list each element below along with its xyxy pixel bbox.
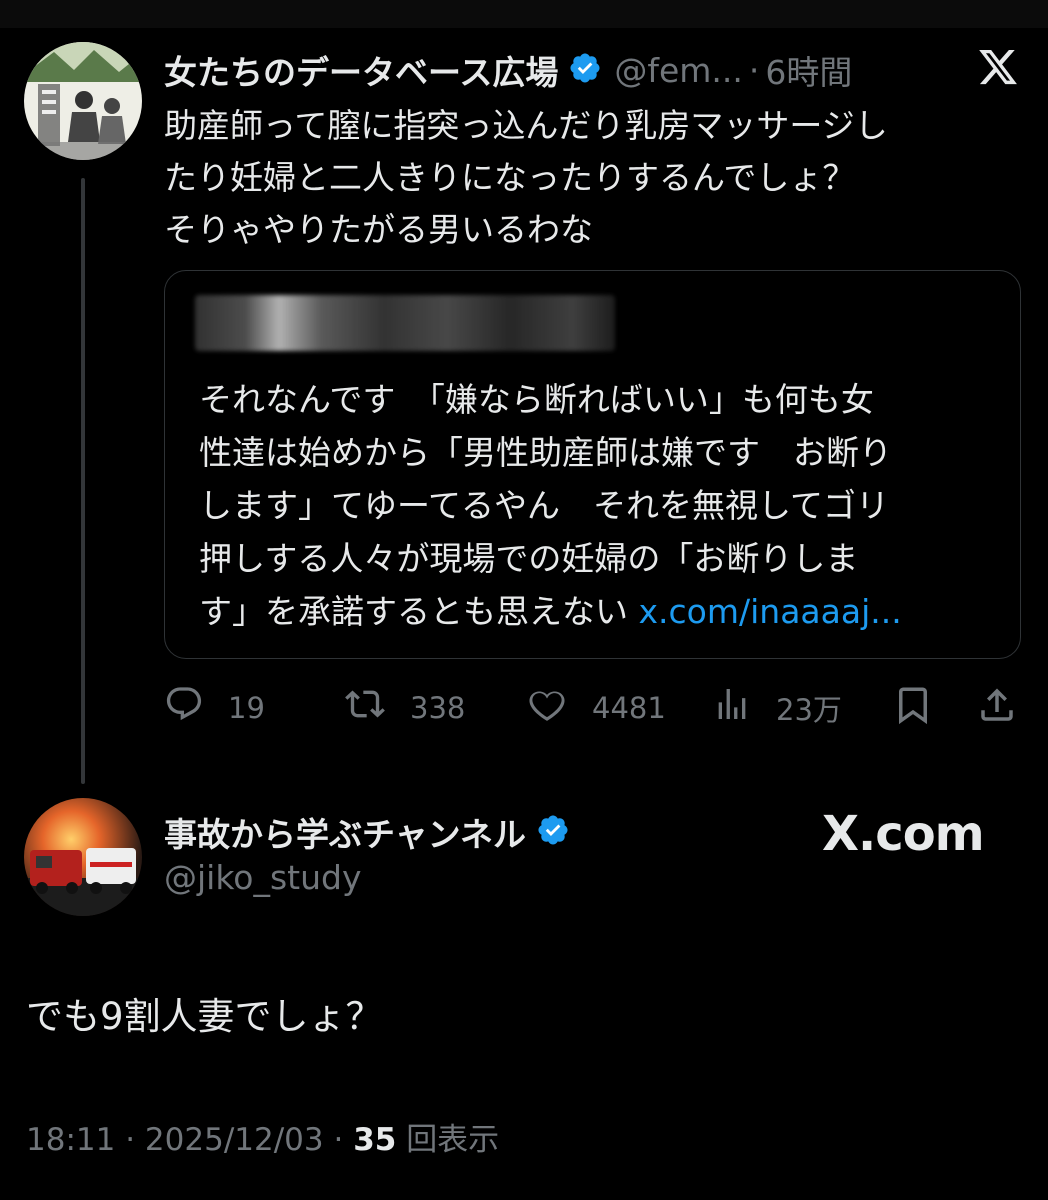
thread-connector-line [81,178,85,784]
tweet-actions: 19 338 4481 23万 [164,684,1024,730]
reply-author-avatar[interactable] [24,798,142,916]
x-com-watermark: X.com [822,806,985,862]
reply-button[interactable]: 19 [164,684,265,731]
reply-author-handle[interactable]: @jiko_study [164,858,361,897]
reply-count: 19 [228,690,265,725]
share-button[interactable] [976,684,1030,733]
like-count: 4481 [592,690,666,725]
blurred-quoted-author [195,295,615,351]
reply-icon [164,684,216,731]
tweet-time[interactable]: 6時間 [765,46,852,94]
separator-dot: · [748,50,760,90]
author-name[interactable]: 女たちのデータベース広場 [164,46,558,94]
retweet-count: 338 [410,690,466,725]
quote-text-last: す」を承諾するとも思えない [199,592,639,631]
verified-badge-icon [568,51,602,89]
x-logo-icon[interactable] [976,46,1020,92]
like-icon [526,684,580,731]
quote-link[interactable]: x.com/inaaaaj... [639,592,902,631]
reply-header: 事故から学ぶチャンネル [164,808,570,856]
tweet-text: 助産師って膣に指突っ込んだり乳房マッサージし たり妊婦と二人きりになったりするん… [164,100,1004,256]
quoted-tweet-text: それなんです 「嫌なら断ればいい」も何も女 性達は始めから「男性助産師は嫌です … [199,373,999,638]
bookmark-button[interactable] [892,684,946,733]
quote-text-line: 性達は始めから「男性助産師は嫌です お断り [199,433,892,472]
separator-dot: · [125,1122,145,1158]
reply-views-count: 35 [353,1122,397,1158]
separator-dot: · [333,1122,354,1158]
reply-text: でも9割人妻でしょ？ [26,995,383,1038]
quote-text-line: 押しする人々が現場での妊婦の「お断りしま [199,539,859,578]
reply-author-name[interactable]: 事故から学ぶチャンネル [164,808,526,856]
quoted-tweet-card[interactable]: それなんです 「嫌なら断ればいい」も何も女 性達は始めから「男性助産師は嫌です … [164,270,1021,659]
quote-text-line: します」てゆーてるやん それを無視してゴリ [199,486,890,525]
bookmark-icon [892,684,946,733]
retweet-icon [344,684,398,731]
verified-badge-icon [536,813,570,851]
quote-text-line: それなんです 「嫌なら断ればいい」も何も女 [199,380,874,419]
status-bar [0,0,1048,28]
like-button[interactable]: 4481 [526,684,666,731]
author-handle[interactable]: @fem... [614,51,743,90]
reply-views-label: 回表示 [406,1122,500,1158]
views-icon [712,684,764,731]
reply-date[interactable]: 2025/12/03 [145,1122,324,1158]
tweet-text-line: そりゃやりたがる男いるわな [164,210,593,249]
tweet-header: 女たちのデータベース広場 @fem... · 6時間 [164,46,852,94]
views-button[interactable]: 23万 [712,684,842,731]
author-avatar[interactable] [24,42,142,160]
share-icon [976,684,1030,733]
views-count: 23万 [776,692,842,727]
quote-text-line: す」を承諾するとも思えない x.com/inaaaaj... [199,585,999,638]
reply-time[interactable]: 18:11 [26,1122,115,1158]
tweet-text-line: 助産師って膣に指突っ込んだり乳房マッサージし [164,106,888,145]
reply-meta: 18:11 · 2025/12/03 · 35 回表示 [26,1114,499,1159]
retweet-button[interactable]: 338 [344,684,465,731]
tweet-text-line: たり妊婦と二人きりになったりするんでしょ？ [164,158,856,197]
